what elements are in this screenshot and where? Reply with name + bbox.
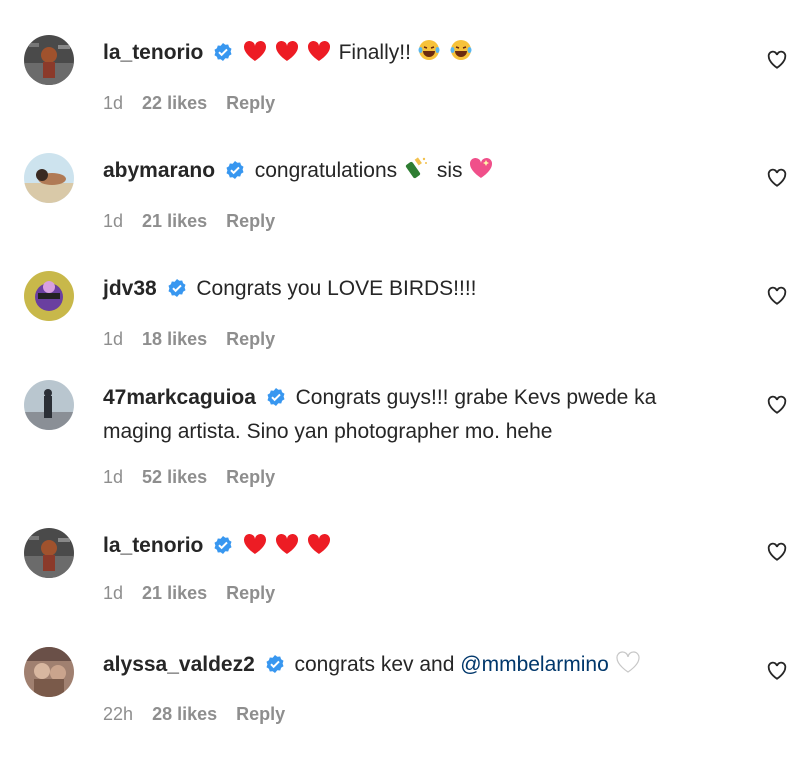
verified-badge-icon xyxy=(213,533,233,564)
red-heart-icon xyxy=(243,533,267,564)
comment-text: la_tenorio Finally!! xyxy=(103,37,703,71)
red-heart-icon xyxy=(307,40,331,71)
comment-text: abymarano congratulations sis xyxy=(103,155,703,189)
reply-button[interactable]: Reply xyxy=(236,704,285,724)
white-heart-icon xyxy=(615,650,641,683)
reply-button[interactable]: Reply xyxy=(226,329,275,349)
laughing-tears-icon xyxy=(449,38,473,71)
likes-count[interactable]: 21 likes xyxy=(142,211,207,231)
comment-text: la_tenorio xyxy=(103,530,703,564)
username[interactable]: la_tenorio xyxy=(103,41,203,64)
likes-count[interactable]: 18 likes xyxy=(142,329,207,349)
avatar[interactable] xyxy=(24,528,74,578)
comment-text: alyssa_valdez2 congrats kev and @mmbelar… xyxy=(103,649,703,683)
heart-outline-icon[interactable] xyxy=(766,167,788,189)
timestamp[interactable]: 1d xyxy=(103,329,123,349)
red-heart-icon xyxy=(275,533,299,564)
comment-meta: 1d 21 likes Reply xyxy=(103,211,289,232)
comment-message: Finally!! xyxy=(338,41,411,64)
comment-message: congrats kev and xyxy=(294,653,455,676)
comment-text: jdv38 Congrats you LOVE BIRDS!!!! xyxy=(103,273,703,307)
reply-button[interactable]: Reply xyxy=(226,211,275,231)
verified-badge-icon xyxy=(167,276,187,307)
heart-outline-icon[interactable] xyxy=(766,660,788,682)
timestamp[interactable]: 1d xyxy=(103,93,123,113)
verified-badge-icon xyxy=(213,40,233,71)
comment-meta: 1d 22 likes Reply xyxy=(103,93,289,114)
comment-meta: 1d 52 likes Reply xyxy=(103,467,289,488)
avatar[interactable] xyxy=(24,153,74,203)
avatar[interactable] xyxy=(24,647,74,697)
comments-list: la_tenorio Finally!! 1d 22 likes Reply a… xyxy=(0,0,800,762)
comment-message: congratulations xyxy=(254,159,398,182)
timestamp[interactable]: 22h xyxy=(103,704,133,724)
red-heart-icon xyxy=(275,40,299,71)
comment-meta: 22h 28 likes Reply xyxy=(103,704,299,725)
comment-message-2: sis xyxy=(436,159,463,182)
reply-button[interactable]: Reply xyxy=(226,93,275,113)
username[interactable]: la_tenorio xyxy=(103,534,203,557)
likes-count[interactable]: 22 likes xyxy=(142,93,207,113)
heart-outline-icon[interactable] xyxy=(766,285,788,307)
champagne-icon xyxy=(403,156,429,189)
username[interactable]: 47markcaguioa xyxy=(103,386,256,409)
reply-button[interactable]: Reply xyxy=(226,467,275,487)
sparkling-heart-icon xyxy=(468,156,494,189)
laughing-tears-icon xyxy=(417,38,441,71)
mention-link[interactable]: @mmbelarmino xyxy=(460,653,609,676)
reply-button[interactable]: Reply xyxy=(226,583,275,603)
username[interactable]: alyssa_valdez2 xyxy=(103,653,255,676)
comment-message: Congrats you LOVE BIRDS!!!! xyxy=(196,277,477,300)
comment-meta: 1d 18 likes Reply xyxy=(103,329,289,350)
timestamp[interactable]: 1d xyxy=(103,467,123,487)
username[interactable]: jdv38 xyxy=(103,277,157,300)
comment-meta: 1d 21 likes Reply xyxy=(103,583,289,604)
red-heart-icon xyxy=(243,40,267,71)
likes-count[interactable]: 21 likes xyxy=(142,583,207,603)
verified-badge-icon xyxy=(265,652,285,683)
username[interactable]: abymarano xyxy=(103,159,215,182)
comment-text: 47markcaguioa Congrats guys!!! grabe Kev… xyxy=(103,382,703,447)
timestamp[interactable]: 1d xyxy=(103,583,123,603)
avatar[interactable] xyxy=(24,380,74,430)
verified-badge-icon xyxy=(266,385,286,416)
heart-outline-icon[interactable] xyxy=(766,541,788,563)
likes-count[interactable]: 52 likes xyxy=(142,467,207,487)
avatar[interactable] xyxy=(24,35,74,85)
red-heart-icon xyxy=(307,533,331,564)
likes-count[interactable]: 28 likes xyxy=(152,704,217,724)
timestamp[interactable]: 1d xyxy=(103,211,123,231)
heart-outline-icon[interactable] xyxy=(766,394,788,416)
verified-badge-icon xyxy=(225,158,245,189)
heart-outline-icon[interactable] xyxy=(766,49,788,71)
avatar[interactable] xyxy=(24,271,74,321)
